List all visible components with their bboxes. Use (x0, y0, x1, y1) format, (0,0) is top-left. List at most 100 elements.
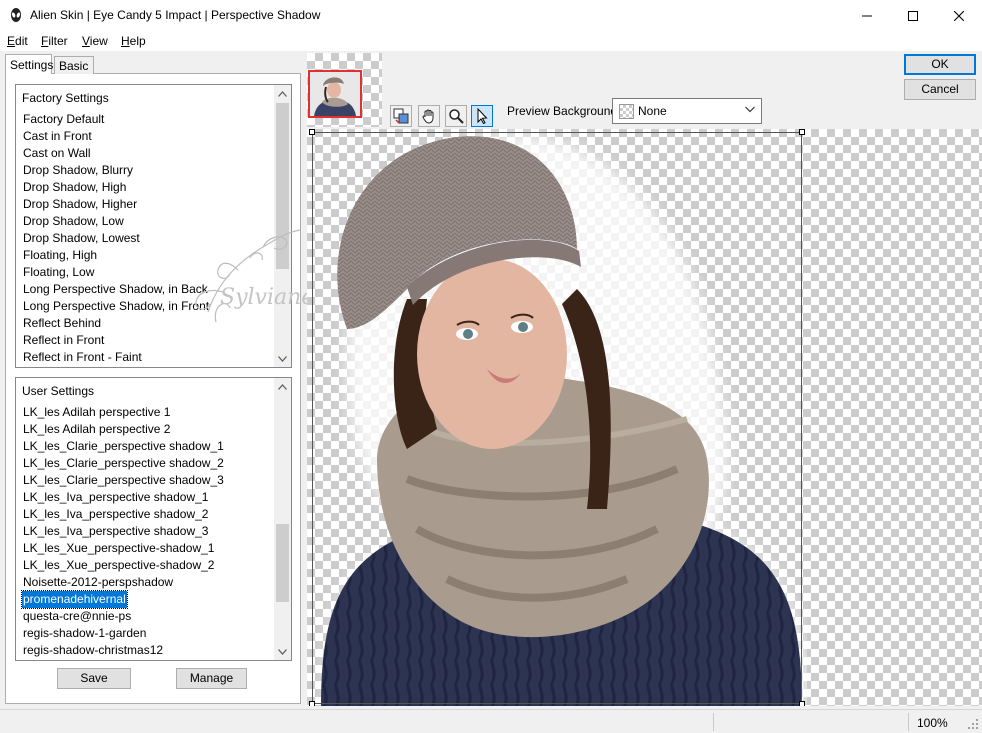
menu-filter[interactable]: Filter (41, 34, 68, 48)
user-list-scrollbar[interactable] (274, 378, 291, 660)
chevron-up-icon (278, 90, 287, 97)
user-settings-header: User Settings (22, 384, 95, 398)
list-item-label: LK_les Adilah perspective 1 (23, 405, 171, 419)
scrollbar-thumb[interactable] (276, 524, 289, 602)
list-item[interactable]: LK_les_Clarie_perspective shadow_1 (22, 438, 225, 455)
list-item[interactable]: Factory Default (22, 111, 210, 128)
chevron-down-icon (278, 648, 287, 655)
list-item-label: Long Perspective Shadow, in Back (23, 282, 208, 296)
list-item-label: questa-cre@nnie-ps (23, 609, 132, 623)
minimize-button[interactable] (844, 0, 890, 31)
list-item[interactable]: LK_les_Xue_perspective-shadow_2 (22, 557, 225, 574)
list-item[interactable]: Drop Shadow, Low (22, 213, 210, 230)
save-button[interactable]: Save (57, 668, 131, 689)
list-item-label: regis-shadow-1-garden (23, 626, 147, 640)
list-item-label: Long Perspective Shadow, in Front (23, 299, 210, 313)
list-item[interactable]: promenadehivernal (21, 590, 225, 609)
list-item[interactable]: Floating, High (22, 247, 210, 264)
list-item[interactable]: Reflect Behind (22, 315, 210, 332)
preview-background-label: Preview Background: (507, 104, 621, 118)
list-item[interactable]: regis-shadow-1-garden (22, 625, 225, 642)
list-item[interactable]: Drop Shadow, Lowest (22, 230, 210, 247)
hand-icon (422, 109, 434, 124)
status-bar: 100% (0, 709, 982, 733)
menu-help[interactable]: Help (121, 34, 146, 48)
list-item[interactable]: Noisette-2012-perspshadow (22, 574, 225, 591)
list-item[interactable]: Long Perspective Shadow, in Back (22, 281, 210, 298)
arrow-pointer-icon (477, 108, 488, 124)
user-settings-list[interactable]: User Settings LK_les Adilah perspective … (15, 377, 292, 661)
navigator-view-frame[interactable] (308, 70, 362, 118)
list-item[interactable]: LK_les Adilah perspective 1 (22, 404, 225, 421)
list-item[interactable]: LK_les Adilah perspective 2 (22, 421, 225, 438)
list-item[interactable]: LK_les_Clarie_perspective shadow_2 (22, 455, 225, 472)
scroll-down-arrow[interactable] (274, 350, 291, 367)
list-item-label: LK_les_Clarie_perspective shadow_1 (23, 439, 224, 453)
close-icon (954, 10, 964, 21)
hand-tool-button[interactable] (418, 105, 440, 127)
list-item[interactable]: regis-shadow-christmas12 (22, 642, 225, 659)
menu-view[interactable]: View (82, 34, 108, 48)
menu-bar: Edit Filter View Help (0, 31, 982, 51)
maximize-button[interactable] (890, 0, 936, 31)
tab-settings[interactable]: Settings (5, 54, 53, 74)
scrollbar-thumb[interactable] (276, 103, 289, 269)
list-item[interactable]: Cast on Wall (22, 145, 210, 162)
list-item[interactable]: questa-cre@nnie-ps (22, 608, 225, 625)
close-button[interactable] (936, 0, 982, 31)
user-settings-items: LK_les Adilah perspective 1 LK_les Adilah… (21, 404, 225, 659)
list-item-label: Factory Default (23, 112, 105, 126)
status-separator (908, 713, 909, 731)
preview-image (321, 134, 807, 706)
preview-canvas[interactable] (307, 129, 982, 706)
preview-background-value: None (638, 104, 667, 118)
list-item[interactable]: Reflect in Front - Faint (22, 349, 210, 366)
factory-settings-list[interactable]: Factory Settings Factory Default Cast in … (15, 84, 292, 368)
list-item-label: Cast in Front (23, 129, 92, 143)
scroll-up-arrow[interactable] (274, 378, 291, 395)
list-item[interactable]: LK_les_Xue_perspective-shadow_1 (22, 540, 225, 557)
manage-button[interactable]: Manage (176, 668, 247, 689)
status-separator (713, 713, 714, 731)
list-item[interactable]: Drop Shadow, High (22, 179, 210, 196)
menu-edit[interactable]: Edit (7, 34, 28, 48)
navigator-thumbnail-image (310, 72, 360, 116)
cancel-button[interactable]: Cancel (904, 79, 976, 100)
transparent-swatch-icon (619, 104, 634, 119)
list-item[interactable]: Drop Shadow, Higher (22, 196, 210, 213)
list-item[interactable]: LK_les_Iva_perspective shadow_3 (22, 523, 225, 540)
zoom-tool-button[interactable] (445, 105, 467, 127)
list-item[interactable]: LK_les_Iva_perspective shadow_2 (22, 506, 225, 523)
list-item-label: LK_les_Xue_perspective-shadow_1 (23, 541, 215, 555)
selected-list-item-label: promenadehivernal (21, 590, 128, 609)
magnifier-icon (449, 109, 464, 124)
factory-list-scrollbar[interactable] (274, 85, 291, 367)
list-item-label: LK_les_Iva_perspective shadow_3 (23, 524, 209, 538)
list-item[interactable]: LK_les_Clarie_perspective shadow_3 (22, 472, 225, 489)
tab-basic[interactable]: Basic (54, 56, 94, 74)
list-item-label: Cast on Wall (23, 146, 91, 160)
resize-grip-icon[interactable] (968, 719, 979, 730)
scroll-down-arrow[interactable] (274, 643, 291, 660)
pointer-tool-button[interactable] (471, 105, 493, 127)
list-item-label: Drop Shadow, Blurry (23, 163, 134, 177)
ok-button[interactable]: OK (904, 54, 976, 75)
compare-tool-button[interactable] (390, 105, 412, 127)
list-item[interactable]: Long Perspective Shadow, in Front (22, 298, 210, 315)
scroll-up-arrow[interactable] (274, 85, 291, 102)
factory-settings-header: Factory Settings (22, 91, 109, 105)
list-item-label: LK_les_Clarie_perspective shadow_2 (23, 456, 224, 470)
list-item-label: Reflect in Front (23, 333, 105, 347)
list-item[interactable]: Reflect in Front (22, 332, 210, 349)
list-item-label: LK_les_Iva_perspective shadow_2 (23, 507, 209, 521)
preview-background-select[interactable]: None (612, 98, 762, 124)
window-title: Alien Skin | Eye Candy 5 Impact | Perspe… (30, 8, 321, 22)
navigator-panel[interactable] (307, 53, 382, 127)
list-item[interactable]: Floating, Low (22, 264, 210, 281)
chevron-down-icon (745, 106, 755, 113)
list-item[interactable]: Drop Shadow, Blurry (22, 162, 210, 179)
list-item[interactable]: LK_les_Iva_perspective shadow_1 (22, 489, 225, 506)
list-item-label: Reflect Behind (23, 316, 102, 330)
alien-skin-app-icon (11, 8, 21, 22)
list-item[interactable]: Cast in Front (22, 128, 210, 145)
